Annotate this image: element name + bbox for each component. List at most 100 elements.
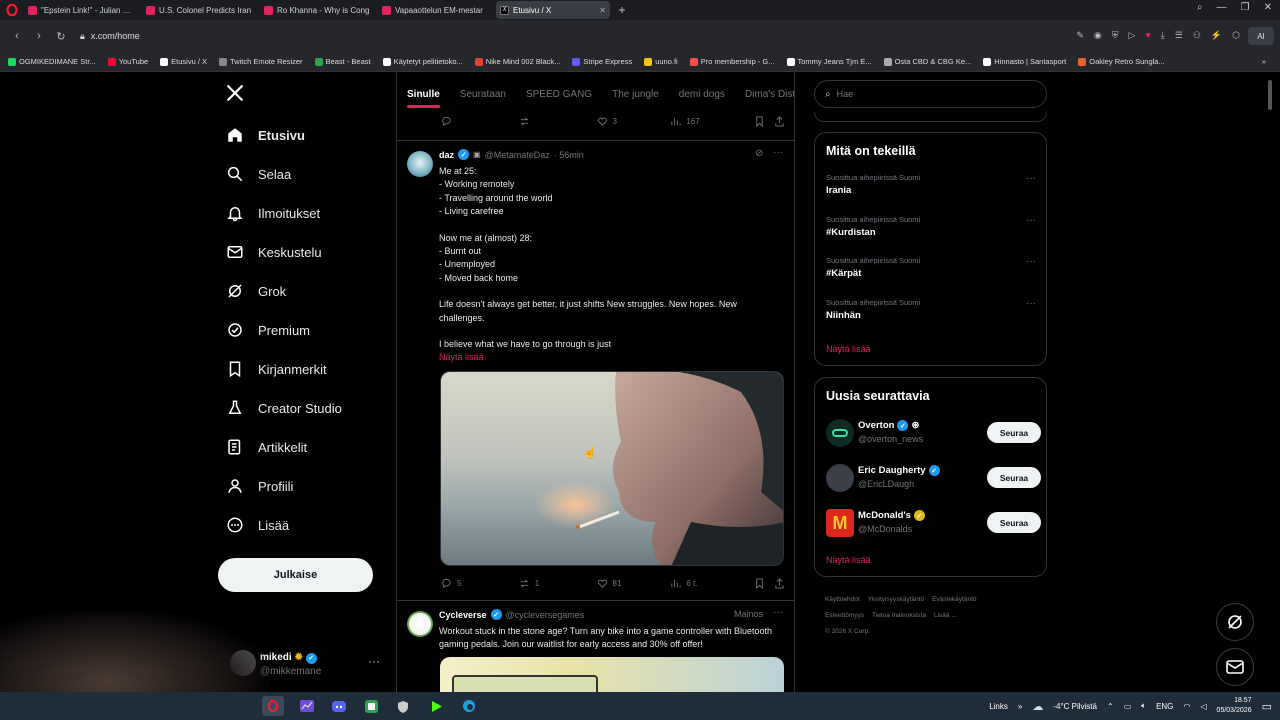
author-name[interactable]: Cycleverse [439, 610, 487, 620]
browser-tab[interactable]: Ro Khanna - Why is Cong [260, 1, 374, 19]
follow-suggestion[interactable]: M McDonald's ✓ @McDonalds Seuraa [826, 506, 1041, 540]
sidebar-item-artikkelit[interactable]: Artikkelit [226, 438, 307, 456]
reload-icon[interactable]: ↻ [50, 30, 72, 43]
browser-tab[interactable]: U.S. Colonel Predicts Iran [142, 1, 256, 19]
bookmark-item[interactable]: Beast - Beast [314, 57, 371, 66]
discord-taskbar-icon[interactable] [328, 696, 350, 716]
clock[interactable]: 18.57 05/03/2026 [1217, 696, 1252, 716]
stocks-taskbar-icon[interactable] [296, 696, 318, 716]
shield-icon[interactable]: ⛨ [1112, 30, 1119, 41]
bookmark-item[interactable]: Hinnasto | Santasport [983, 57, 1066, 66]
more-icon[interactable]: ··· [773, 147, 783, 158]
share-button[interactable] [774, 116, 785, 127]
footer-link[interactable]: Tietoa mainoksista [872, 612, 926, 619]
play-taskbar-icon[interactable] [426, 696, 448, 716]
search-tabs-icon[interactable]: ⌕ [1197, 2, 1203, 13]
browser-tab[interactable]: "Epstein Link!" - Julian UNI [24, 1, 138, 19]
avatar[interactable] [826, 464, 854, 492]
sidebar-item-keskustelu[interactable]: Keskustelu [226, 243, 322, 261]
more-icon[interactable]: ··· [1026, 298, 1036, 309]
bookmark-item[interactable]: YouTube [107, 57, 148, 66]
close-tab-icon[interactable]: ✕ [599, 6, 606, 15]
volume-icon[interactable]: 🔈︎ [1141, 701, 1146, 711]
tab-feed[interactable]: Sinulle [397, 80, 450, 108]
browser-tab[interactable]: Vapaaottelun EM-mestar [378, 1, 492, 19]
restore-icon[interactable]: ❐ [1241, 2, 1250, 13]
weather-text[interactable]: -4°C Pilvistä [1053, 702, 1097, 711]
url-field[interactable]: 🔒︎ x.com/home [80, 31, 140, 42]
more-icon[interactable]: ··· [368, 654, 380, 668]
network-icon[interactable]: ▭ [1124, 702, 1132, 711]
edge-taskbar-icon[interactable] [458, 696, 480, 716]
follow-suggestion[interactable]: Eric Daugherty ✓ @EricLDaugh Seuraa [826, 461, 1041, 495]
notification-icon[interactable]: ▭ [1262, 700, 1272, 713]
views-button[interactable]: 167 [670, 116, 754, 127]
edit-icon[interactable]: ✎ [1076, 30, 1084, 41]
language-indicator[interactable]: ENG [1156, 702, 1173, 711]
opera-taskbar-icon[interactable] [262, 696, 284, 716]
more-icon[interactable]: ··· [773, 607, 783, 618]
search-input[interactable]: ⌕ Hae [814, 80, 1047, 108]
chevron-up-icon[interactable]: ⌃ [1107, 702, 1114, 711]
show-more-link[interactable]: Näytä lisää [439, 352, 484, 362]
camera-icon[interactable]: ◉ [1094, 30, 1102, 41]
avatar[interactable] [407, 151, 433, 177]
follow-button[interactable]: Seuraa [987, 512, 1041, 533]
scrollbar[interactable] [1268, 80, 1272, 110]
sidebar-item-lisää[interactable]: Lisää [226, 516, 289, 534]
views-button[interactable]: 6 t. [670, 578, 754, 589]
back-icon[interactable]: ‹ [6, 30, 28, 42]
sidebar-item-ilmoitukset[interactable]: Ilmoitukset [226, 204, 320, 222]
bookmark-item[interactable]: Käytetyt pelitietoko... [382, 57, 463, 66]
bookmark-item[interactable]: Tommy Jeans Tjm E... [786, 57, 872, 66]
sidebar-item-kirjanmerkit[interactable]: Kirjanmerkit [226, 360, 327, 378]
menu-icon[interactable]: ☰ [1175, 30, 1183, 41]
footer-link[interactable]: Yksityisyyskäytäntö [868, 596, 924, 603]
minimize-icon[interactable]: — [1217, 2, 1227, 13]
trend-item[interactable]: Suosittua aihepiirissä Suomi Irania ··· [826, 173, 1041, 196]
bookmark-item[interactable]: OGMIKEDIMANE Str... [8, 57, 96, 66]
sidebar-item-premium[interactable]: Premium [226, 321, 310, 339]
tweet-video[interactable]: ☝ [440, 371, 784, 566]
bookmark-item[interactable]: Osta CBD & CBG Ke... [883, 57, 971, 66]
repost-button[interactable]: 1 [519, 578, 597, 589]
bookmark-item[interactable]: Twitch Emote Resizer [219, 57, 303, 66]
repost-button[interactable] [519, 116, 597, 127]
like-button[interactable]: 3 [597, 116, 671, 127]
author-name[interactable]: daz [439, 150, 454, 160]
bookmark-button[interactable] [754, 578, 774, 589]
grok-icon[interactable]: ⊘ [755, 148, 763, 159]
tab-feed[interactable]: Dima's Dist [735, 80, 794, 108]
follow-button[interactable]: Seuraa [987, 422, 1041, 443]
show-more-link[interactable]: Näytä lisää [826, 344, 871, 354]
footer-link[interactable]: Käyttöehdot [825, 596, 860, 603]
trend-item[interactable]: Suosittua aihepiirissä Suomi Niinhän ··· [826, 298, 1041, 321]
android-app-taskbar-icon[interactable] [360, 696, 382, 716]
extension-icon[interactable]: ⚡ [1211, 30, 1222, 41]
tweet-time[interactable]: · 56min [554, 150, 584, 160]
reply-button[interactable] [441, 116, 519, 127]
footer-link[interactable]: Lisää ... [934, 612, 957, 619]
links-toolbar[interactable]: Links [989, 702, 1008, 711]
download-icon[interactable]: ⤓ [1161, 30, 1165, 41]
wifi-icon[interactable]: ◠ [1183, 702, 1190, 711]
messages-button[interactable] [1216, 648, 1254, 686]
bookmarks-overflow-icon[interactable]: » [1262, 57, 1280, 66]
footer-link[interactable]: Evästekäytäntö [932, 596, 976, 603]
cube-icon[interactable]: ⬡ [1232, 30, 1240, 41]
footer-link[interactable]: Esteettömyys [825, 612, 864, 619]
profile-icon[interactable]: ⚇ [1193, 30, 1201, 41]
shield-taskbar-icon[interactable] [392, 696, 414, 716]
avatar[interactable] [826, 419, 854, 447]
heart-icon[interactable]: ♥ [1145, 30, 1150, 41]
tab-feed[interactable]: SPEED GANG [516, 80, 602, 108]
bookmark-item[interactable]: Stripe Express [572, 57, 632, 66]
x-logo-icon[interactable] [226, 84, 244, 108]
trend-item[interactable]: Suosittua aihepiirissä Suomi #Kurdistan ··… [826, 215, 1041, 238]
bookmark-button[interactable] [754, 116, 774, 127]
reply-button[interactable]: 5 [441, 578, 519, 589]
tweet[interactable]: daz ✓ ▣ @MetamateDaz · 56min ⊘ ··· Me at… [397, 140, 794, 600]
tab-feed[interactable]: Seurataan [450, 80, 516, 108]
avatar[interactable] [407, 611, 433, 637]
close-window-icon[interactable]: ✕ [1264, 2, 1272, 13]
